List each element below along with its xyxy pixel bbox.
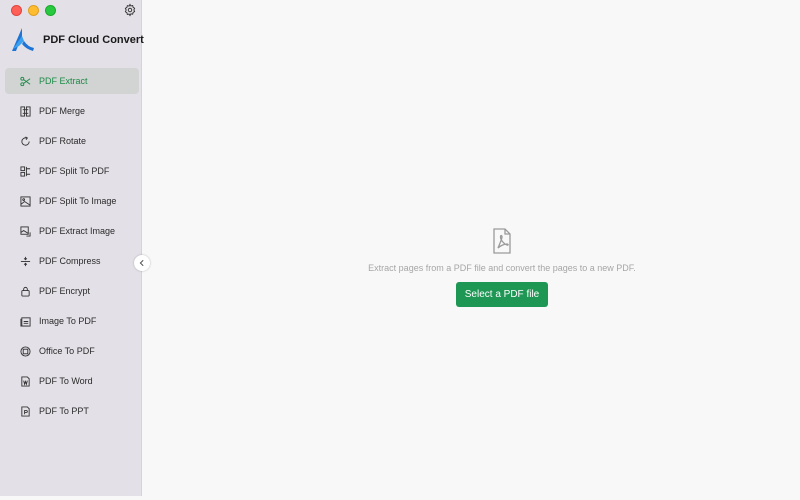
sidebar-item-pdf-split-to-pdf[interactable]: PDF Split To PDF bbox=[5, 158, 139, 184]
sidebar-item-pdf-to-ppt[interactable]: PDF To PPT bbox=[5, 398, 139, 424]
empty-state: Extract pages from a PDF file and conver… bbox=[142, 228, 800, 307]
sidebar-item-label: Image To PDF bbox=[39, 316, 97, 326]
sidebar-item-label: PDF Compress bbox=[39, 256, 101, 266]
merge-icon bbox=[20, 105, 31, 117]
zoom-window-button[interactable] bbox=[45, 5, 56, 16]
sidebar-item-pdf-to-word[interactable]: PDF To Word bbox=[5, 368, 139, 394]
sidebar-item-pdf-rotate[interactable]: PDF Rotate bbox=[5, 128, 139, 154]
sidebar-item-pdf-encrypt[interactable]: PDF Encrypt bbox=[5, 278, 139, 304]
sidebar-item-pdf-merge[interactable]: PDF Merge bbox=[5, 98, 139, 124]
sidebar-item-pdf-split-to-image[interactable]: PDF Split To Image bbox=[5, 188, 139, 214]
pdf-file-icon bbox=[493, 228, 511, 254]
main-content: Extract pages from a PDF file and conver… bbox=[142, 0, 800, 500]
sidebar-item-label: PDF Extract Image bbox=[39, 226, 116, 236]
sidebar-item-label: PDF Encrypt bbox=[39, 286, 91, 296]
sidebar-item-label: PDF Extract bbox=[39, 76, 88, 86]
sidebar-item-pdf-compress[interactable]: PDF Compress bbox=[5, 248, 139, 274]
sidebar-item-label: Office To PDF bbox=[39, 346, 95, 356]
split-image-icon bbox=[20, 195, 31, 207]
office-icon bbox=[20, 345, 31, 357]
sidebar-item-pdf-extract-image[interactable]: PDF Extract Image bbox=[5, 218, 139, 244]
extract-image-icon bbox=[20, 225, 31, 237]
sidebar-nav: PDF Extract PDF Merge PDF Rotate PDF Spl… bbox=[5, 68, 139, 428]
sidebar-item-office-to-pdf[interactable]: Office To PDF bbox=[5, 338, 139, 364]
sidebar-item-label: PDF Rotate bbox=[39, 136, 87, 146]
ppt-icon bbox=[20, 405, 31, 417]
split-pdf-icon bbox=[20, 165, 31, 177]
sidebar-item-image-to-pdf[interactable]: Image To PDF bbox=[5, 308, 139, 334]
app-title: PDF Cloud Convert bbox=[43, 34, 144, 46]
lock-icon bbox=[20, 286, 31, 297]
pdf-cloud-convert-logo-icon bbox=[12, 28, 34, 51]
sidebar-item-pdf-extract[interactable]: PDF Extract bbox=[5, 68, 139, 94]
sidebar-item-label: PDF Merge bbox=[39, 106, 86, 116]
minimize-window-button[interactable] bbox=[28, 5, 39, 16]
sidebar-item-label: PDF Split To Image bbox=[39, 196, 117, 206]
select-pdf-button[interactable]: Select a PDF file bbox=[456, 282, 548, 307]
scissors-icon bbox=[20, 76, 31, 87]
empty-state-description: Extract pages from a PDF file and conver… bbox=[368, 263, 636, 273]
close-window-button[interactable] bbox=[11, 5, 22, 16]
compress-icon bbox=[20, 256, 31, 267]
window-controls bbox=[11, 5, 56, 16]
sidebar-item-label: PDF To PPT bbox=[39, 406, 89, 416]
sidebar: PDF Cloud Convert PDF Extract PDF Merge … bbox=[0, 0, 144, 496]
app-window: PDF Cloud Convert PDF Extract PDF Merge … bbox=[0, 0, 800, 500]
brand: PDF Cloud Convert bbox=[9, 27, 144, 53]
sidebar-item-label: PDF Split To PDF bbox=[39, 166, 110, 176]
rotate-icon bbox=[20, 136, 31, 147]
gear-icon[interactable] bbox=[123, 3, 137, 17]
sidebar-item-label: PDF To Word bbox=[39, 376, 93, 386]
image-to-pdf-icon bbox=[20, 316, 31, 327]
word-icon bbox=[20, 375, 31, 387]
